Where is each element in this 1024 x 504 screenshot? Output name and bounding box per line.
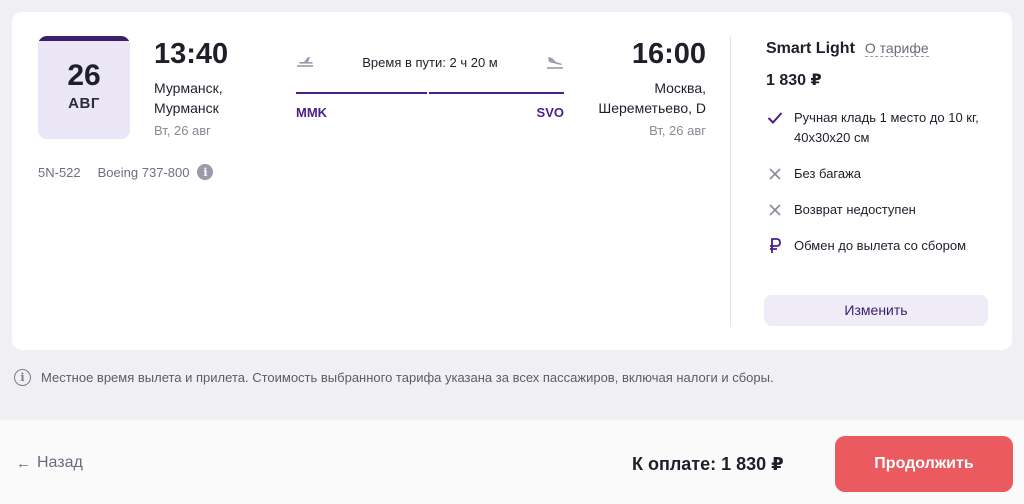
footer-bar: ← Назад К оплате: 1 830 ₽ Продолжить: [0, 420, 1024, 504]
feature-text: Обмен до вылета со сбором: [794, 238, 967, 253]
feature-text: Возврат недоступен: [794, 202, 916, 217]
total-amount: К оплате: 1 830 ₽: [632, 454, 784, 474]
check-icon: [766, 109, 784, 127]
back-label: Назад: [37, 454, 83, 471]
feature-item: Без багажа: [766, 164, 992, 184]
arrival-city: Москва, Шереметьево, D: [572, 78, 706, 118]
info-circle-icon: i: [14, 369, 31, 386]
flight-meta: 5N-522 Boeing 737-800 i: [38, 164, 214, 180]
departure-city-line2: Мурманск: [154, 100, 219, 116]
route-progress-line: [296, 92, 564, 94]
arrival-time: 16:00: [631, 38, 706, 70]
feature-item: Возврат недоступен: [766, 200, 992, 220]
change-tariff-button[interactable]: Изменить: [764, 295, 988, 326]
date-day: 26: [67, 59, 101, 92]
tariff-panel: Smart Light О тарифе 1 830 ₽ Ручная клад…: [766, 40, 992, 272]
tariff-features: Ручная кладь 1 место до 10 кг, 40x30x20 …: [766, 108, 992, 256]
date-badge: 26 АВГ: [38, 36, 130, 139]
info-icon[interactable]: i: [197, 164, 214, 180]
feature-text: Без багажа: [794, 166, 862, 181]
arrow-left-icon: ←: [16, 454, 31, 472]
back-link[interactable]: ← Назад: [16, 454, 83, 472]
departure-airport-code: MMK: [296, 105, 328, 120]
departure-city-line1: Мурманск,: [154, 80, 223, 96]
departure-block: 13:40 Мурманск, Мурманск Вт, 26 авг: [154, 38, 284, 138]
flight-card: 26 АВГ 13:40 Мурманск, Мурманск Вт, 26 а…: [12, 12, 1012, 350]
flight-number: 5N-522: [38, 164, 81, 180]
arrival-city-line2: Шереметьево, D: [598, 100, 706, 116]
info-note: i Местное время вылета и прилета. Стоимо…: [14, 369, 774, 386]
cross-icon: [766, 201, 784, 219]
cross-icon: [766, 165, 784, 183]
feature-item: Обмен до вылета со сбором: [766, 236, 992, 256]
continue-button[interactable]: Продолжить: [835, 436, 1013, 492]
feature-item: Ручная кладь 1 место до 10 кг, 40x30x20 …: [766, 108, 992, 148]
date-badge-bar: [38, 36, 130, 41]
feature-text: Ручная кладь 1 место до 10 кг, 40x30x20 …: [794, 110, 979, 145]
departure-date: Вт, 26 авг: [154, 123, 211, 138]
about-tariff-link[interactable]: О тарифе: [864, 40, 929, 57]
card-divider: [730, 36, 731, 326]
aircraft-type: Boeing 737-800: [97, 164, 190, 180]
tariff-price: 1 830 ₽: [766, 72, 822, 89]
info-note-text: Местное время вылета и прилета. Стоимост…: [41, 370, 774, 385]
arrival-date: Вт, 26 авг: [649, 123, 706, 138]
tariff-header: Smart Light О тарифе: [766, 40, 992, 58]
landing-icon: [546, 54, 564, 70]
route-line: Время в пути: 2 ч 20 м MMK SVO: [296, 52, 564, 122]
flight-duration: Время в пути: 2 ч 20 м: [362, 55, 498, 70]
ruble-icon: [766, 237, 784, 255]
departure-time: 13:40: [154, 38, 229, 70]
tariff-name: Smart Light: [766, 40, 855, 57]
arrival-block: 16:00 Москва, Шереметьево, D Вт, 26 авг: [572, 38, 706, 138]
arrival-city-line1: Москва,: [654, 80, 706, 96]
arrival-airport-code: SVO: [536, 105, 564, 120]
departure-city: Мурманск, Мурманск: [154, 78, 284, 118]
date-month: АВГ: [68, 95, 100, 112]
